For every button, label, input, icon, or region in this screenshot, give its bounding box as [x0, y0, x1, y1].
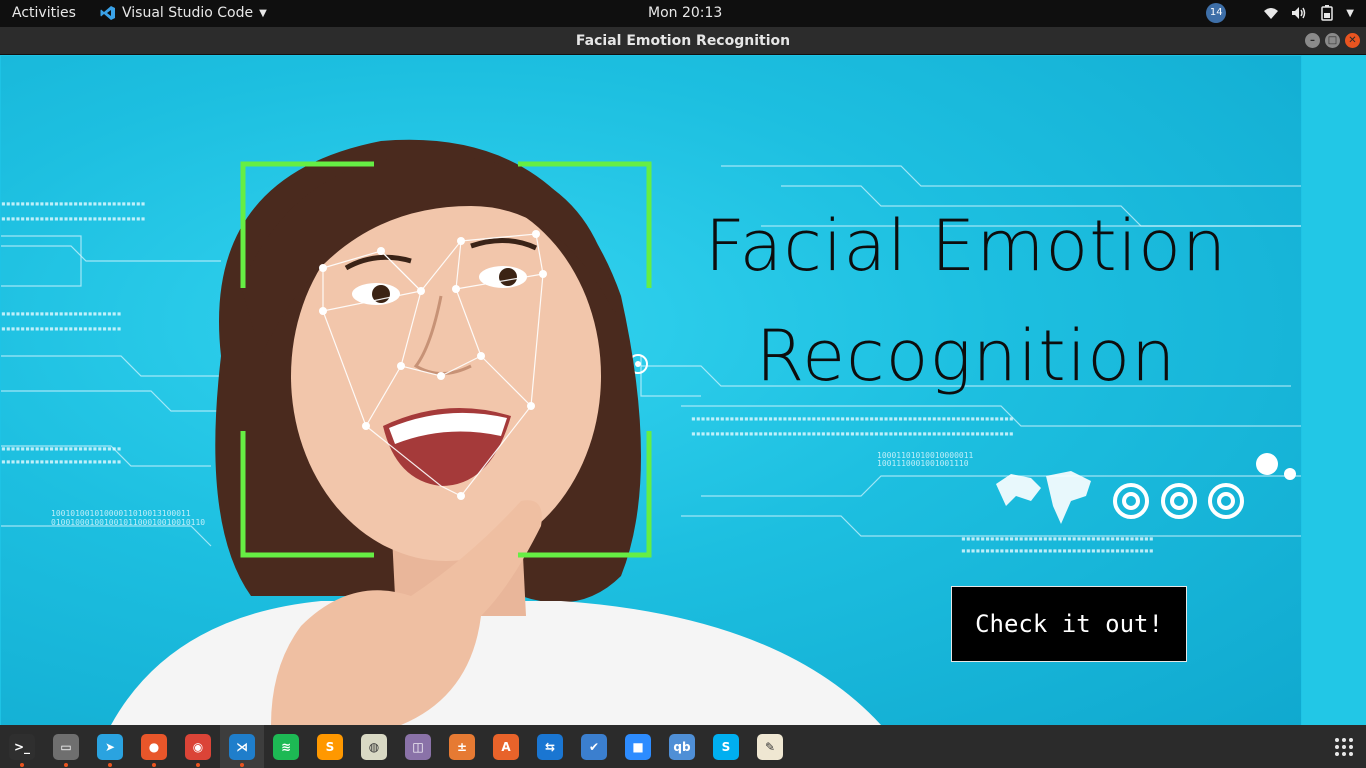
svg-text:▪▪▪▪▪▪▪▪▪▪▪▪▪▪▪▪▪▪▪▪▪▪▪▪▪: ▪▪▪▪▪▪▪▪▪▪▪▪▪▪▪▪▪▪▪▪▪▪▪▪▪ — [1, 457, 121, 466]
dock-item-media-player[interactable]: ◍ — [352, 725, 396, 768]
text-editor-icon: ✎ — [757, 733, 783, 760]
terminal-icon: >_ — [9, 733, 35, 760]
dock-item-skype[interactable]: S — [704, 725, 748, 768]
dock-item-sublime-text[interactable]: S — [308, 725, 352, 768]
close-button[interactable]: ✕ — [1345, 33, 1360, 48]
telegram-icon: ➤ — [97, 733, 123, 760]
check-it-out-button[interactable]: Check it out! — [951, 586, 1187, 662]
firefox-icon: ● — [141, 733, 167, 760]
dock-item-software-center[interactable]: A — [484, 725, 528, 768]
running-indicator — [108, 763, 112, 767]
running-indicator — [240, 763, 244, 767]
qbittorrent-icon: qb — [669, 733, 695, 760]
files-icon: ▭ — [53, 733, 79, 760]
world-map-icon — [996, 471, 1091, 524]
show-applications-icon[interactable] — [1334, 737, 1354, 757]
dock-item-qbittorrent[interactable]: qb — [660, 725, 704, 768]
power-menu-chevron-icon[interactable]: ▼ — [1346, 8, 1354, 19]
minimize-button[interactable]: – — [1305, 33, 1320, 48]
running-indicator — [64, 763, 68, 767]
svg-text:▪▪▪▪▪▪▪▪▪▪▪▪▪▪▪▪▪▪▪▪▪▪▪▪▪: ▪▪▪▪▪▪▪▪▪▪▪▪▪▪▪▪▪▪▪▪▪▪▪▪▪ — [1, 444, 121, 453]
svg-text:▪▪▪▪▪▪▪▪▪▪▪▪▪▪▪▪▪▪▪▪▪▪▪▪▪▪▪▪▪▪: ▪▪▪▪▪▪▪▪▪▪▪▪▪▪▪▪▪▪▪▪▪▪▪▪▪▪▪▪▪▪▪▪▪▪▪▪▪▪▪▪… — [691, 414, 1014, 423]
ring-icons — [1113, 483, 1244, 519]
dock-item-chrome[interactable]: ◉ — [176, 725, 220, 768]
tasks-icon: ✔ — [581, 733, 607, 760]
svg-text:10010100101000011010013100011: 10010100101000011010013100011 — [51, 509, 191, 518]
teamviewer-icon: ⇆ — [537, 733, 563, 760]
app-menu[interactable]: Visual Studio Code ▼ — [100, 5, 267, 21]
running-indicator — [152, 763, 156, 767]
notification-badge[interactable]: 14 — [1206, 3, 1227, 23]
dock-item-text-editor[interactable]: ✎ — [748, 725, 792, 768]
top-bar: Activities Visual Studio Code ▼ Mon 20:1… — [0, 0, 1366, 27]
svg-text:▪▪▪▪▪▪▪▪▪▪▪▪▪▪▪▪▪▪▪▪▪▪▪▪▪▪▪▪▪▪: ▪▪▪▪▪▪▪▪▪▪▪▪▪▪▪▪▪▪▪▪▪▪▪▪▪▪▪▪▪▪▪▪▪▪▪▪▪▪▪▪ — [961, 534, 1154, 543]
hero-title-line2: Recognition — [755, 315, 1177, 397]
dock-item-firefox[interactable]: ● — [132, 725, 176, 768]
dock-item-calculator[interactable]: ± — [440, 725, 484, 768]
zoom-icon: ■ — [625, 733, 651, 760]
dock-item-screenshot[interactable]: ◫ — [396, 725, 440, 768]
dock: >_ ▭ ➤ ● ◉ ⋊ ≋ S ◍ ◫ ± A ⇆ ✔ ■ qb S ✎ — [0, 725, 1366, 768]
svg-text:▪▪▪▪▪▪▪▪▪▪▪▪▪▪▪▪▪▪▪▪▪▪▪▪▪▪▪▪▪▪: ▪▪▪▪▪▪▪▪▪▪▪▪▪▪▪▪▪▪▪▪▪▪▪▪▪▪▪▪▪▪▪▪▪▪▪▪▪▪▪▪ — [961, 546, 1154, 555]
app-menu-label: Visual Studio Code — [122, 5, 254, 21]
dock-item-zoom[interactable]: ■ — [616, 725, 660, 768]
hero-title: Facial Emotion Recognition — [641, 191, 1291, 411]
running-indicator — [196, 763, 200, 767]
battery-icon[interactable] — [1318, 4, 1336, 22]
wifi-icon[interactable] — [1262, 4, 1280, 22]
svg-text:1001110001001001110: 1001110001001001110 — [877, 459, 969, 468]
minimize-icon: – — [1310, 35, 1315, 46]
svg-text:▪▪▪▪▪▪▪▪▪▪▪▪▪▪▪▪▪▪▪▪▪▪▪▪▪: ▪▪▪▪▪▪▪▪▪▪▪▪▪▪▪▪▪▪▪▪▪▪▪▪▪ — [1, 324, 121, 333]
svg-text:▪▪▪▪▪▪▪▪▪▪▪▪▪▪▪▪▪▪▪▪▪▪▪▪▪▪▪▪▪▪: ▪▪▪▪▪▪▪▪▪▪▪▪▪▪▪▪▪▪▪▪▪▪▪▪▪▪▪▪▪▪ — [1, 199, 146, 208]
bubble-large — [1256, 453, 1278, 475]
sublime-text-icon: S — [317, 733, 343, 760]
app-content: ▪▪▪▪▪▪▪▪▪▪▪▪▪▪▪▪▪▪▪▪▪▪▪▪▪▪▪▪▪▪ ▪▪▪▪▪▪▪▪▪… — [0, 55, 1366, 725]
window-title: Facial Emotion Recognition — [575, 33, 791, 49]
vscode-small-icon — [100, 6, 115, 20]
spotify-icon: ≋ — [273, 733, 299, 760]
dock-item-terminal[interactable]: >_ — [0, 725, 44, 768]
svg-text:▪▪▪▪▪▪▪▪▪▪▪▪▪▪▪▪▪▪▪▪▪▪▪▪▪▪▪▪▪▪: ▪▪▪▪▪▪▪▪▪▪▪▪▪▪▪▪▪▪▪▪▪▪▪▪▪▪▪▪▪▪▪▪▪▪▪▪▪▪▪▪… — [691, 429, 1014, 438]
svg-text:010010001001001011000100100101: 01001000100100101100010010010110 — [51, 518, 205, 527]
clock[interactable]: Mon 20:13 — [648, 5, 722, 21]
bubble-small — [1284, 468, 1296, 480]
hero-banner: ▪▪▪▪▪▪▪▪▪▪▪▪▪▪▪▪▪▪▪▪▪▪▪▪▪▪▪▪▪▪ ▪▪▪▪▪▪▪▪▪… — [1, 56, 1301, 725]
chevron-down-icon: ▼ — [259, 7, 267, 19]
dock-item-telegram[interactable]: ➤ — [88, 725, 132, 768]
calculator-icon: ± — [449, 733, 475, 760]
system-tray[interactable]: 14 ▼ — [1206, 3, 1354, 23]
running-indicator — [20, 763, 24, 767]
svg-text:▪▪▪▪▪▪▪▪▪▪▪▪▪▪▪▪▪▪▪▪▪▪▪▪▪▪▪▪▪▪: ▪▪▪▪▪▪▪▪▪▪▪▪▪▪▪▪▪▪▪▪▪▪▪▪▪▪▪▪▪▪ — [1, 214, 146, 223]
vscode-icon: ⋊ — [229, 733, 255, 760]
dock-item-tasks[interactable]: ✔ — [572, 725, 616, 768]
software-center-icon: A — [493, 733, 519, 760]
svg-text:▪▪▪▪▪▪▪▪▪▪▪▪▪▪▪▪▪▪▪▪▪▪▪▪▪: ▪▪▪▪▪▪▪▪▪▪▪▪▪▪▪▪▪▪▪▪▪▪▪▪▪ — [1, 309, 121, 318]
dock-item-vscode[interactable]: ⋊ — [220, 725, 264, 768]
hero-title-line1: Facial Emotion — [704, 205, 1228, 287]
maximize-icon: □ — [1327, 35, 1338, 46]
window-title-bar[interactable]: Facial Emotion Recognition – □ ✕ — [0, 27, 1366, 55]
side-strip — [1302, 55, 1366, 725]
dock-item-spotify[interactable]: ≋ — [264, 725, 308, 768]
dock-item-teamviewer[interactable]: ⇆ — [528, 725, 572, 768]
activities-button[interactable]: Activities — [12, 5, 76, 21]
media-player-icon: ◍ — [361, 733, 387, 760]
maximize-button[interactable]: □ — [1325, 33, 1340, 48]
close-icon: ✕ — [1348, 35, 1357, 46]
dock-item-files[interactable]: ▭ — [44, 725, 88, 768]
skype-icon: S — [713, 733, 739, 760]
chrome-icon: ◉ — [185, 733, 211, 760]
screenshot-icon: ◫ — [405, 733, 431, 760]
volume-icon[interactable] — [1290, 4, 1308, 22]
